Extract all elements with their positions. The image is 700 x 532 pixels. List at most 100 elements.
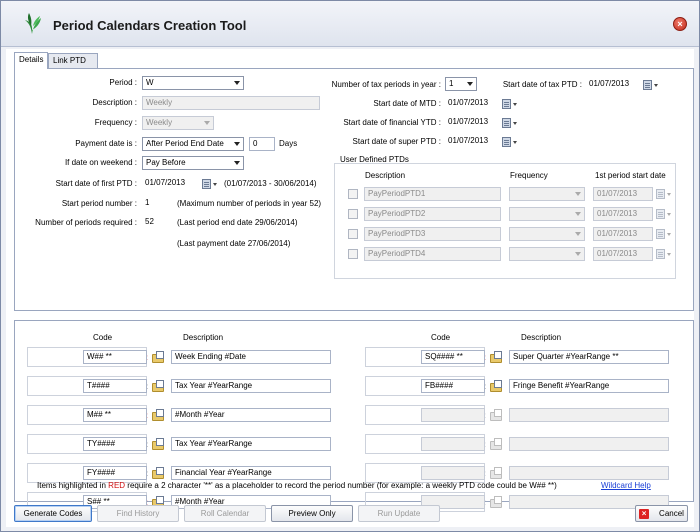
start-period-input[interactable]: 1 (142, 197, 172, 211)
insert-wildcard-icon[interactable] (490, 496, 504, 509)
first-ptd-range: (01/07/2013 - 30/06/2014) (224, 179, 317, 188)
code-input[interactable]: FB#### (421, 379, 485, 393)
tax-ptd-start-label: Start date of tax PTD : (502, 80, 582, 89)
code-input[interactable] (421, 466, 485, 480)
calendar-icon[interactable] (656, 248, 672, 260)
insert-wildcard-icon[interactable] (152, 351, 166, 364)
insert-wildcard-icon[interactable] (152, 380, 166, 393)
calendar-icon[interactable] (656, 228, 672, 240)
insert-wildcard-icon[interactable] (152, 409, 166, 422)
ud-frequency-1[interactable] (509, 187, 585, 201)
weekend-value: Pay Before (146, 158, 186, 167)
ud-checkbox-3[interactable] (348, 229, 358, 239)
preview-only-button[interactable]: Preview Only (271, 505, 353, 522)
code-input[interactable]: SQ#### ** (421, 350, 485, 364)
calendar-icon[interactable] (502, 136, 518, 148)
insert-wildcard-icon[interactable] (490, 438, 504, 451)
app-window: Period Calendars Creation Tool × Details… (0, 0, 700, 532)
chevron-down-icon (234, 142, 240, 146)
ud-description-3[interactable]: PayPeriodPTD3 (364, 227, 501, 241)
ud-checkbox-2[interactable] (348, 209, 358, 219)
code-input[interactable]: TY#### (83, 437, 147, 451)
code-input[interactable]: FY#### (83, 466, 147, 480)
generate-codes-button[interactable]: Generate Codes (14, 505, 92, 522)
code-input[interactable]: T#### (83, 379, 147, 393)
tax-periods-select[interactable]: 1 (445, 77, 477, 91)
description-input[interactable]: Week Ending #Date (171, 350, 331, 364)
app-leaf-icon (25, 13, 41, 34)
tab-link-ptd-by[interactable]: Link PTD by (48, 53, 98, 79)
description-input[interactable]: Financial Year #YearRange (171, 466, 331, 480)
right-description-header: Description (521, 333, 562, 342)
ud-frequency-3[interactable] (509, 227, 585, 241)
description-input[interactable]: Fringe Benefit #YearRange (509, 379, 669, 393)
ud-start-3[interactable]: 01/07/2013 (593, 227, 653, 241)
payment-days-input[interactable]: 0 (249, 137, 275, 151)
description-input[interactable]: Tax Year #YearRange (171, 437, 331, 451)
ud-description-1[interactable]: PayPeriodPTD1 (364, 187, 501, 201)
calendar-icon[interactable] (656, 208, 672, 220)
code-input[interactable]: M## ** (83, 408, 147, 422)
ud-description-4[interactable]: PayPeriodPTD4 (364, 247, 501, 261)
calendar-icon[interactable] (656, 188, 672, 200)
ud-checkbox-4[interactable] (348, 249, 358, 259)
description-input[interactable]: Super Quarter #YearRange ** (509, 350, 669, 364)
description-input[interactable]: Tax Year #YearRange (171, 379, 331, 393)
tax-periods-label: Number of tax periods in year : (331, 80, 441, 89)
calendar-icon[interactable] (502, 117, 518, 129)
ud-checkbox-1[interactable] (348, 189, 358, 199)
run-update-button[interactable]: Run Update (358, 505, 440, 522)
close-icon[interactable]: × (673, 17, 687, 31)
ud-frequency-2[interactable] (509, 207, 585, 221)
red-x-icon: × (639, 508, 650, 519)
insert-wildcard-icon[interactable] (490, 467, 504, 480)
first-ptd-label: Start date of first PTD : (55, 179, 137, 188)
find-history-button[interactable]: Find History (97, 505, 179, 522)
chevron-down-icon (575, 252, 581, 256)
insert-wildcard-icon[interactable] (490, 351, 504, 364)
frequency-select[interactable]: Weekly (142, 116, 214, 130)
tax-ptd-start-date[interactable]: 01/07/2013 (586, 78, 640, 92)
description-input[interactable] (509, 408, 669, 422)
weekend-select[interactable]: Pay Before (142, 156, 244, 170)
insert-wildcard-icon[interactable] (490, 380, 504, 393)
placeholder-note: Items highlighted in RED require a 2 cha… (37, 481, 557, 490)
period-value: W (146, 78, 154, 87)
description-input[interactable]: #Month #Year (171, 408, 331, 422)
insert-wildcard-icon[interactable] (490, 409, 504, 422)
insert-wildcard-icon[interactable] (152, 438, 166, 451)
description-field[interactable]: Weekly (142, 96, 320, 110)
roll-calendar-button[interactable]: Roll Calendar (184, 505, 266, 522)
insert-wildcard-icon[interactable] (152, 467, 166, 480)
fin-ytd-start-label: Start date of financial YTD : (343, 118, 441, 127)
num-periods-input[interactable]: 52 (142, 216, 172, 230)
code-input[interactable] (421, 408, 485, 422)
cancel-button[interactable]: × Cancel (635, 505, 688, 522)
description-input[interactable] (509, 466, 669, 480)
description-label: Description : (92, 98, 137, 107)
code-input[interactable]: W## ** (83, 350, 147, 364)
wildcard-help-link[interactable]: Wildcard Help (601, 481, 651, 490)
ud-start-1[interactable]: 01/07/2013 (593, 187, 653, 201)
ud-description-2[interactable]: PayPeriodPTD2 (364, 207, 501, 221)
code-input[interactable] (421, 437, 485, 451)
weekend-label: If date on weekend : (64, 158, 137, 167)
calendar-icon[interactable] (643, 79, 659, 91)
calendar-icon[interactable] (202, 178, 218, 190)
super-ptd-start-date[interactable]: 01/07/2013 (445, 135, 499, 149)
mtd-start-date[interactable]: 01/07/2013 (445, 97, 499, 111)
start-period-label: Start period number : (61, 199, 137, 208)
tab-details[interactable]: Details (14, 52, 48, 69)
first-ptd-date[interactable]: 01/07/2013 (142, 177, 198, 191)
calendar-icon[interactable] (502, 98, 518, 110)
period-select[interactable]: W (142, 76, 244, 90)
tax-periods-value: 1 (449, 79, 454, 88)
frequency-value: Weekly (146, 118, 173, 127)
fin-ytd-start-date[interactable]: 01/07/2013 (445, 116, 499, 130)
ud-frequency-4[interactable] (509, 247, 585, 261)
payment-date-select[interactable]: After Period End Date (142, 137, 244, 151)
ud-start-2[interactable]: 01/07/2013 (593, 207, 653, 221)
description-input[interactable] (509, 437, 669, 451)
ud-start-4[interactable]: 01/07/2013 (593, 247, 653, 261)
ud-col-description: Description (365, 171, 406, 180)
